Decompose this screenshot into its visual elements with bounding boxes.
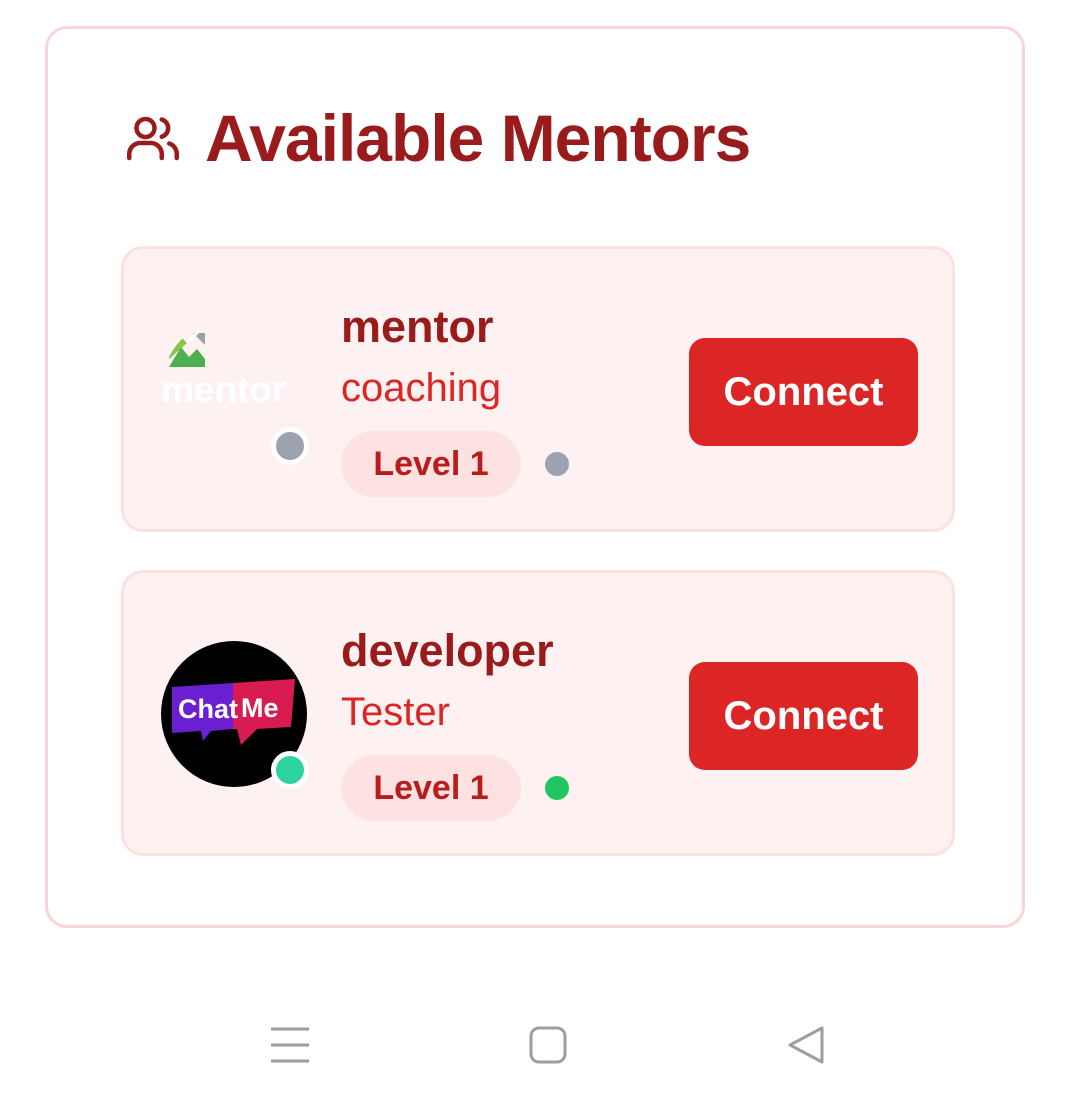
connect-button[interactable]: Connect (689, 338, 918, 446)
mentor-card: mentor mentor coaching Level 1 Connect (121, 246, 955, 532)
mentor-meta: Level 1 (341, 431, 569, 497)
mentors-panel: Available Mentors mentor mentor coaching… (45, 26, 1025, 928)
panel-header: Available Mentors (123, 101, 751, 175)
mentor-info: mentor coaching Level 1 (341, 301, 569, 497)
menu-icon[interactable] (265, 1020, 315, 1070)
avatar-container: mentor (161, 317, 309, 465)
mentor-name: mentor (341, 301, 494, 352)
level-badge: Level 1 (341, 755, 521, 821)
system-navigation-bar (0, 990, 1080, 1100)
mentor-name: developer (341, 625, 554, 676)
mentor-card: Chat Me developer Tester Level 1 Connect (121, 570, 955, 856)
mentor-meta: Level 1 (341, 755, 569, 821)
mentor-role: Tester (341, 690, 450, 734)
avatar-container: Chat Me (161, 641, 309, 789)
broken-image-icon (169, 329, 205, 367)
back-icon[interactable] (782, 1020, 832, 1070)
status-dot (545, 452, 569, 476)
status-dot (545, 776, 569, 800)
mentor-info: developer Tester Level 1 (341, 625, 569, 821)
status-indicator (271, 751, 309, 789)
logo-text-chat: Chat (178, 694, 238, 724)
page-title: Available Mentors (205, 101, 751, 175)
logo-text-me: Me (241, 693, 279, 723)
status-indicator (271, 427, 309, 465)
connect-button[interactable]: Connect (689, 662, 918, 770)
home-icon[interactable] (523, 1020, 573, 1070)
users-icon (127, 116, 180, 161)
level-badge: Level 1 (341, 431, 521, 497)
avatar-alt-text: mentor (161, 369, 287, 410)
mentor-role: coaching (341, 366, 502, 410)
